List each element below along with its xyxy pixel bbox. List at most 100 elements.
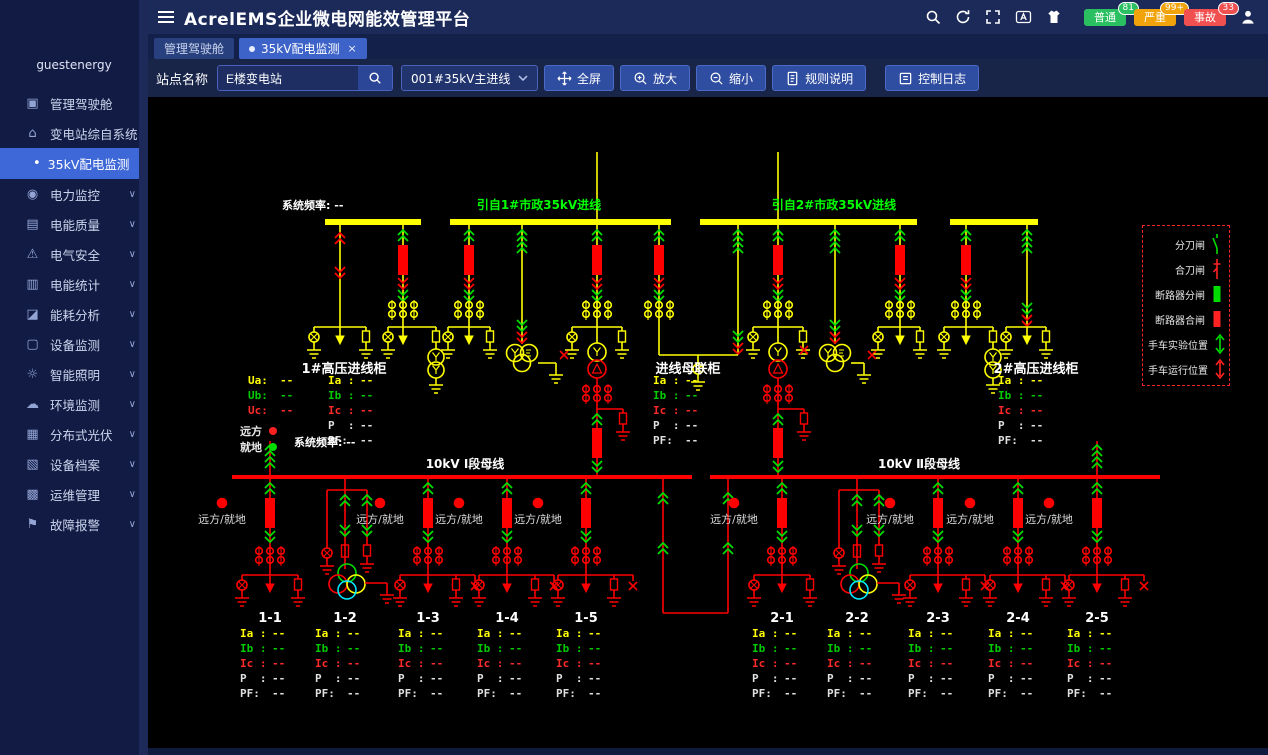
local-status-dot [269, 443, 277, 451]
bus-2-label: 10kV Ⅱ段母线 [878, 455, 960, 472]
sidebar-item-smart-lighting[interactable]: ☼智能照明∨ [0, 359, 148, 389]
rules-icon [785, 71, 800, 86]
app-title: AcrelEMS企业微电网能效管理平台 [184, 5, 470, 30]
chevron-down-icon: ∨ [129, 369, 136, 380]
sidebar-item-electrical-safety[interactable]: ⚠电气安全∨ [0, 239, 148, 269]
electrical-safety-icon: ⚠ [24, 247, 41, 262]
alarm-chip-severe[interactable]: 严重99+ [1134, 9, 1176, 26]
station-search-button[interactable] [358, 66, 392, 90]
alarm-chip-normal[interactable]: 普通81 [1084, 9, 1126, 26]
rules-button[interactable]: 规则说明 [772, 65, 866, 91]
header-icons: 普通81 严重99+ 事故33 [925, 9, 1256, 26]
translate-icon[interactable] [1015, 9, 1032, 25]
sidebar-item-35kv-distribution-monitor[interactable]: •35kV配电监测 [0, 148, 148, 179]
sidebar-item-device-archive[interactable]: ▧设备档案∨ [0, 449, 148, 479]
sidebar-item-power-quality[interactable]: ▤电能质量∨ [0, 209, 148, 239]
station-name-input[interactable] [218, 66, 358, 90]
search-icon[interactable] [925, 9, 941, 25]
feeder-remote-local-label: 远方/就地 [1025, 511, 1073, 527]
incoming-line-2-label: 引自2#市政35kV进线 [772, 196, 896, 213]
handcart-run-icon [1213, 358, 1227, 380]
sidebar-item-energy-statistics[interactable]: ▥电能统计∨ [0, 269, 148, 299]
device-monitoring-icon: ▢ [24, 337, 41, 352]
chevron-down-icon: ∨ [129, 189, 136, 200]
zoom-in-button[interactable]: 放大 [620, 65, 690, 91]
feeder-metrics: Ia :--Ib :--Ic :--P :--PF:-- [752, 626, 797, 701]
hamburger-menu-icon[interactable] [158, 10, 174, 24]
fullscreen-icon [557, 71, 572, 86]
chevron-down-icon: ∨ [129, 219, 136, 230]
handcart-test-icon [1213, 333, 1227, 355]
feeder-remote-local-label: 远方/就地 [514, 511, 562, 527]
energy-statistics-icon: ▥ [24, 277, 41, 292]
sidebar: guestenergy ▣管理驾驶舱⌂变电站综自系统∧•35kV配电监测◉电力监… [0, 0, 148, 755]
tab-close-icon[interactable]: × [347, 42, 356, 55]
knife-open-icon [1210, 233, 1224, 255]
feeder-remote-local-label: 远方/就地 [435, 511, 483, 527]
theme-icon[interactable] [1046, 9, 1062, 25]
feeder-metrics: Ia :--Ib :--Ic :--P :--PF:-- [827, 626, 872, 701]
breaker-open-icon [1210, 283, 1224, 305]
power-quality-icon: ▤ [24, 217, 41, 232]
toolbar: 站点名称 001#35kV主进线 全屏放大缩小规则说明控制日志 [148, 59, 1268, 97]
sidebar-item-substation-automation[interactable]: ⌂变电站综自系统∧ [0, 118, 148, 148]
chevron-down-icon: ∨ [129, 339, 136, 350]
feeder-remote-local-label: 远方/就地 [356, 511, 404, 527]
sidebar-item-management-cockpit[interactable]: ▣管理驾驶舱 [0, 88, 148, 118]
chevron-down-icon: ∨ [129, 519, 136, 530]
sidebar-item-om-management[interactable]: ▩运维管理∨ [0, 479, 148, 509]
system-frequency: 系统频率: -- [282, 197, 343, 213]
environment-monitoring-icon: ☁ [24, 397, 41, 412]
remote-local-indicator: 远方就地 [240, 423, 277, 455]
search-icon [368, 71, 382, 85]
chevron-down-icon: ∨ [129, 489, 136, 500]
om-management-icon: ▩ [24, 487, 41, 502]
alarm-badges: 普通81 严重99+ 事故33 [1076, 9, 1226, 26]
tab-35kv-distribution[interactable]: 35kV配电监测× [239, 38, 367, 59]
zoom-out-icon [709, 71, 724, 86]
power-monitoring-icon: ◉ [24, 187, 41, 202]
chevron-down-icon: ∨ [129, 399, 136, 410]
fullscreen-button[interactable]: 全屏 [544, 65, 614, 91]
energy-analysis-icon: ◪ [24, 307, 41, 322]
control-log-button[interactable]: 控制日志 [885, 65, 979, 91]
feeder-remote-local-label: 远方/就地 [710, 511, 758, 527]
alarm-chip-accident[interactable]: 事故33 [1184, 9, 1226, 26]
knife-closed-icon [1210, 258, 1224, 280]
top-header: AcrelEMS企业微电网能效管理平台 普通81 严重99+ 事故33 [148, 0, 1268, 34]
sidebar-item-device-monitoring[interactable]: ▢设备监测∨ [0, 329, 148, 359]
bullet-icon: • [33, 156, 41, 171]
feeder-metrics: Ia :--Ib :--Ic :--P :--PF:-- [477, 626, 522, 701]
single-line-diagram-canvas[interactable]: 系统频率: --引自1#市政35kV进线引自2#市政35kV进线1#高压进线柜进… [148, 97, 1268, 748]
feeder-name: 1-5 [574, 611, 598, 626]
sidebar-item-distributed-pv[interactable]: ▦分布式光伏∨ [0, 419, 148, 449]
chevron-down-icon: ∨ [129, 459, 136, 470]
user-icon[interactable] [1240, 9, 1256, 25]
line-select-dropdown[interactable]: 001#35kV主进线 [401, 65, 538, 91]
feeder-name: 2-3 [926, 611, 950, 626]
control-log-icon [898, 71, 913, 86]
breaker-closed-icon [1210, 308, 1224, 330]
sidebar-item-power-monitoring[interactable]: ◉电力监控∨ [0, 179, 148, 209]
feeder-metrics: Ia :--Ib :--Ic :--P :--PF:-- [988, 626, 1033, 701]
tab-management-cockpit[interactable]: 管理驾驶舱 [154, 38, 234, 59]
distributed-pv-icon: ▦ [24, 427, 41, 442]
chevron-down-icon: ∨ [129, 279, 136, 290]
chevron-down-icon: ∨ [129, 249, 136, 260]
feeder-name: 1-2 [333, 611, 357, 626]
feeder-metrics: Ia :--Ib :--Ic :--P :--PF:-- [908, 626, 953, 701]
fullscreen-icon[interactable] [985, 9, 1001, 25]
zoom-out-button[interactable]: 缩小 [696, 65, 766, 91]
system-frequency-2: 系统频率: -- [294, 434, 355, 450]
main-area: AcrelEMS企业微电网能效管理平台 普通81 严重99+ 事故33 管理驾驶舱3… [148, 0, 1268, 755]
chevron-down-icon: ∨ [129, 429, 136, 440]
feeder-metrics: Ia :--Ib :--Ic :--P :--PF:-- [398, 626, 443, 701]
voltage-metrics: Ua:--Ub:--Uc:-- [248, 373, 293, 418]
sidebar-item-fault-alarm[interactable]: ⚑故障报警∨ [0, 509, 148, 539]
feeder-metrics: Ia :--Ib :--Ic :--P :--PF:-- [315, 626, 360, 701]
feeder-name: 2-1 [770, 611, 794, 626]
sidebar-item-environment-monitoring[interactable]: ☁环境监测∨ [0, 389, 148, 419]
feeder-metrics: Ia :--Ib :--Ic :--P :--PF:-- [556, 626, 601, 701]
sidebar-item-energy-analysis[interactable]: ◪能耗分析∨ [0, 299, 148, 329]
refresh-icon[interactable] [955, 9, 971, 25]
